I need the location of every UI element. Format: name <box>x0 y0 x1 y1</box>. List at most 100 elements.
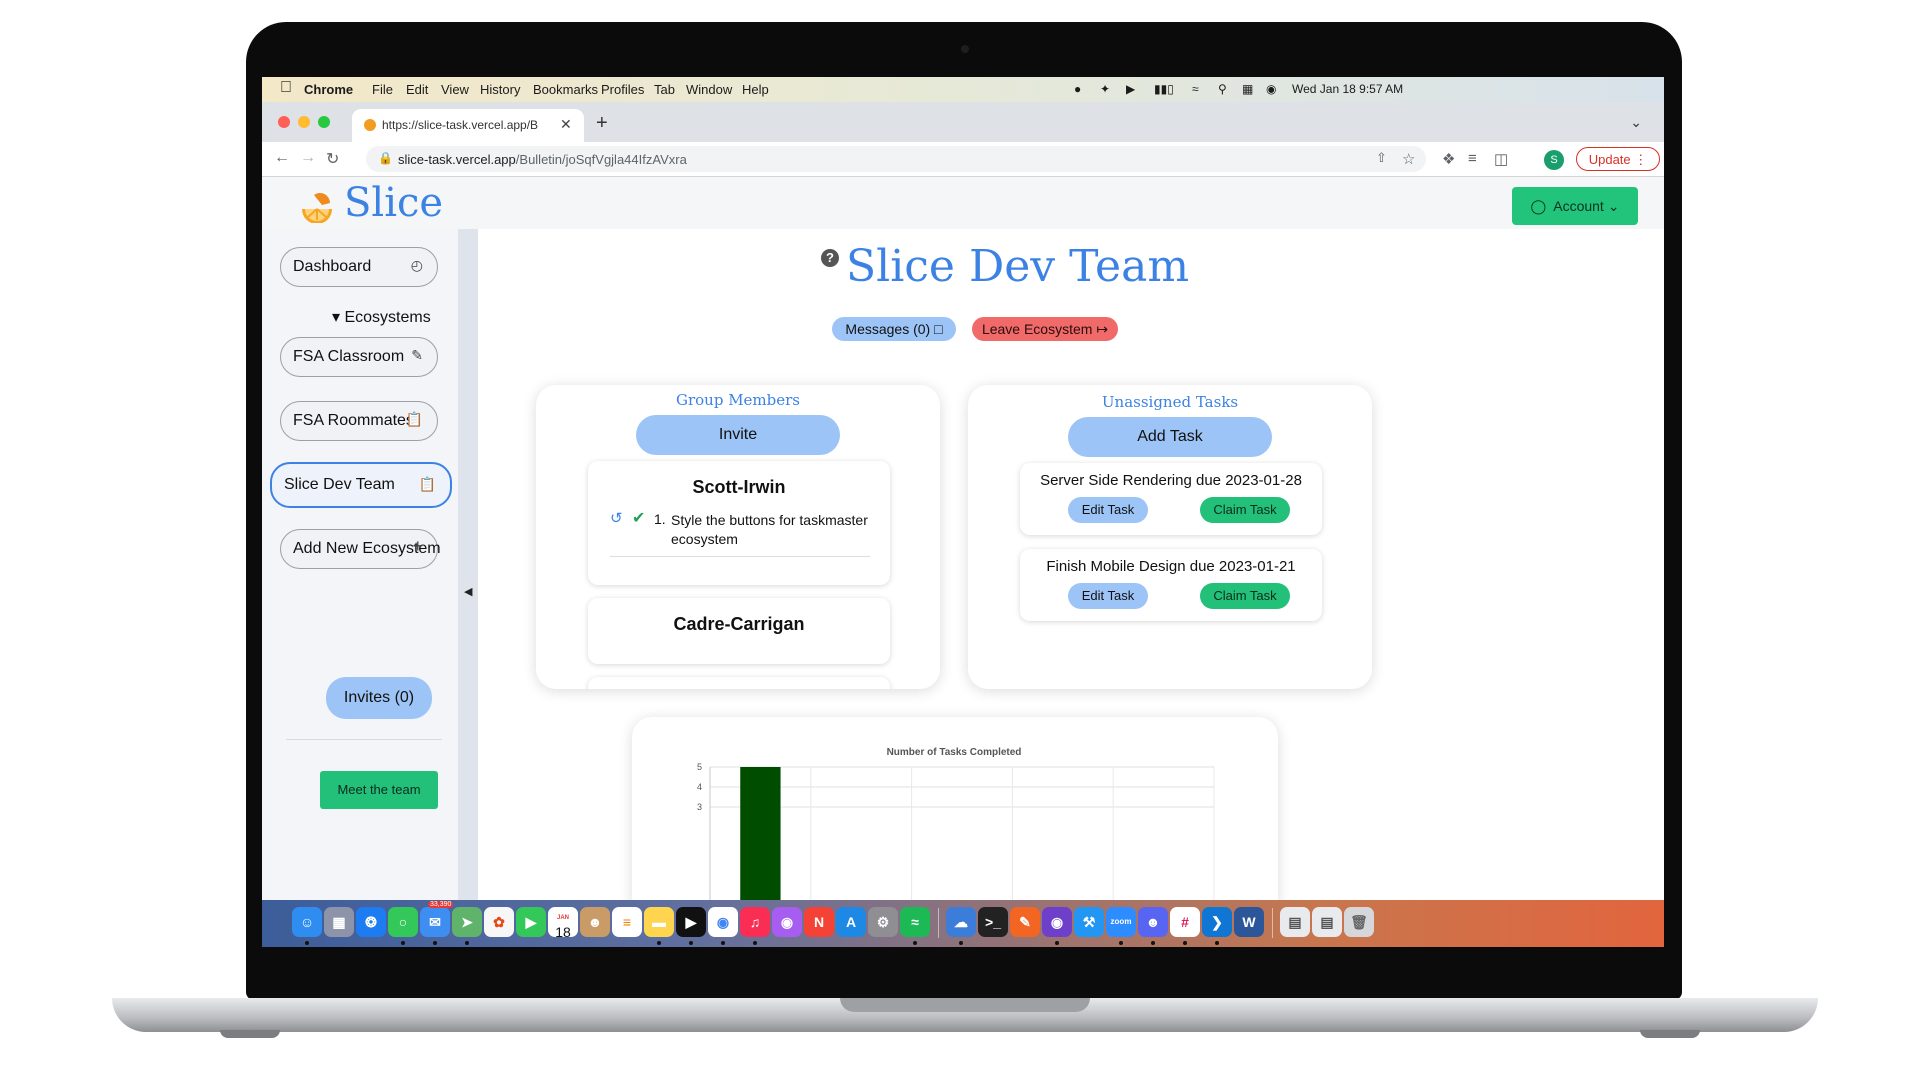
sidebar-item-fsa-roommates[interactable]: FSA Roommates 📋 <box>280 401 438 441</box>
cloud-app-icon[interactable]: ☁ <box>946 907 976 937</box>
window-zoom-button[interactable] <box>318 116 330 128</box>
vscode-icon[interactable]: ❯ <box>1202 907 1232 937</box>
lock-icon[interactable]: 🔒 <box>378 151 393 165</box>
menu-profiles[interactable]: Profiles <box>601 82 644 97</box>
new-tab-icon[interactable]: + <box>596 112 608 135</box>
messages-button[interactable]: Messages (0) □ <box>832 317 956 341</box>
window-close-button[interactable] <box>278 116 290 128</box>
wifi-icon[interactable]: ≈ <box>1192 82 1199 96</box>
back-icon[interactable]: ← <box>274 149 290 167</box>
account-button[interactable]: ◯ Account ⌄ <box>1512 187 1638 225</box>
sidebar-item-slice-dev-team[interactable]: Slice Dev Team 📋 <box>270 462 452 508</box>
ecosystems-toggle[interactable]: ▾ Ecosystems <box>332 307 431 327</box>
page-title: Slice Dev Team <box>846 241 1190 292</box>
news-icon[interactable]: N <box>804 907 834 937</box>
spotlight-search-icon[interactable]: ⚲ <box>1218 82 1227 96</box>
terminal-icon[interactable]: >_ <box>978 907 1008 937</box>
apple-icon[interactable]:  <box>280 79 292 97</box>
menu-app-name[interactable]: Chrome <box>304 82 353 97</box>
share-icon[interactable]: ⇧ <box>1376 150 1387 166</box>
close-tab-icon[interactable]: ✕ <box>560 116 572 133</box>
bird-icon[interactable]: ✦ <box>1100 82 1110 96</box>
reminders-icon[interactable]: ≡ <box>612 907 642 937</box>
menu-edit[interactable]: Edit <box>406 82 428 97</box>
browser-tab[interactable]: https://slice-task.vercel.app/B ✕ <box>352 109 584 142</box>
maps-icon[interactable]: ➤ <box>452 907 482 937</box>
undo-icon[interactable]: ↺ <box>610 509 623 527</box>
zoom-icon[interactable]: zoom <box>1106 907 1136 937</box>
menu-file[interactable]: File <box>372 82 393 97</box>
claim-task-button[interactable]: Claim Task <box>1200 583 1290 609</box>
claim-task-button[interactable]: Claim Task <box>1200 497 1290 523</box>
menu-bookmarks[interactable]: Bookmarks <box>533 82 598 97</box>
bookmark-star-icon[interactable]: ☆ <box>1402 150 1415 168</box>
notes-icon[interactable]: ▬ <box>644 907 674 937</box>
control-center-icon[interactable]: ▦ <box>1242 82 1253 96</box>
chart-y-tick-label: 3 <box>697 802 702 812</box>
contacts-icon[interactable]: ☻ <box>580 907 610 937</box>
add-ecosystem-button[interactable]: Add New Ecosystem + <box>280 529 441 569</box>
xcode-icon[interactable]: ⚒ <box>1074 907 1104 937</box>
podcasts-icon[interactable]: ◉ <box>772 907 802 937</box>
reading-list-icon[interactable]: ≡ <box>1468 150 1477 167</box>
brand-logo-text[interactable]: Slice <box>344 180 443 226</box>
forward-icon[interactable]: → <box>300 149 316 167</box>
pencil-app-icon[interactable]: ✎ <box>1010 907 1040 937</box>
trash-icon[interactable]: 🗑 <box>1344 907 1374 937</box>
window-minimize-button[interactable] <box>298 116 310 128</box>
menu-view[interactable]: View <box>441 82 469 97</box>
menu-help[interactable]: Help <box>742 82 769 97</box>
extensions-icon[interactable]: ❖ <box>1442 150 1455 168</box>
invites-button[interactable]: Invites (0) <box>326 677 432 719</box>
menu-tab[interactable]: Tab <box>654 82 675 97</box>
app-store-icon[interactable]: A <box>836 907 866 937</box>
photos-icon[interactable]: ✿ <box>484 907 514 937</box>
play-icon[interactable]: ▶ <box>1126 82 1135 96</box>
facetime-icon[interactable]: ▶ <box>516 907 546 937</box>
apple-tv-icon[interactable]: ▶ <box>676 907 706 937</box>
menu-history[interactable]: History <box>480 82 520 97</box>
github-icon[interactable]: ◉ <box>1042 907 1072 937</box>
word-icon[interactable]: W <box>1234 907 1264 937</box>
finder-icon[interactable]: ☺ <box>292 907 322 937</box>
menu-clock[interactable]: Wed Jan 18 9:57 AM <box>1292 82 1403 96</box>
reload-icon[interactable]: ↻ <box>326 149 339 169</box>
calendar-icon[interactable]: JAN 18 <box>548 907 578 939</box>
collapse-sidebar-icon[interactable]: ◀ <box>464 585 472 598</box>
side-panel-icon[interactable]: ◫ <box>1494 150 1508 168</box>
do-not-disturb-icon[interactable]: ● <box>1074 82 1081 96</box>
profile-avatar[interactable]: S <box>1544 150 1564 170</box>
invite-button[interactable]: Invite <box>636 415 840 455</box>
siri-icon[interactable]: ◉ <box>1266 82 1276 96</box>
checkmark-icon[interactable]: ✔ <box>632 508 645 528</box>
messages-app-icon[interactable]: ○ <box>388 907 418 937</box>
sidebar-item-dashboard[interactable]: Dashboard ◴ <box>280 247 438 287</box>
spotify-icon[interactable]: ≈ <box>900 907 930 937</box>
menu-window[interactable]: Window <box>686 82 732 97</box>
edit-task-button[interactable]: Edit Task <box>1068 583 1148 609</box>
running-indicator <box>959 941 963 945</box>
orange-slice-logo-icon[interactable] <box>300 189 334 223</box>
address-bar[interactable]: 🔒 slice-task.vercel.app/Bulletin/joSqfVg… <box>366 146 1426 172</box>
system-settings-icon[interactable]: ⚙ <box>868 907 898 937</box>
help-icon[interactable]: ? <box>821 249 839 267</box>
url-text[interactable]: slice-task.vercel.app/Bulletin/joSqfVgjl… <box>398 152 687 167</box>
calendar-month: JAN <box>556 915 569 921</box>
tab-search-chevron-icon[interactable]: ⌄ <box>1630 114 1642 131</box>
update-button[interactable]: Update ⋮ <box>1576 147 1660 171</box>
downloads-folder-icon[interactable]: ▤ <box>1280 907 1310 937</box>
documents-folder-icon[interactable]: ▤ <box>1312 907 1342 937</box>
launchpad-icon[interactable]: ▦ <box>324 907 354 937</box>
slack-icon[interactable]: # <box>1170 907 1200 937</box>
chrome-icon[interactable]: ◉ <box>708 907 738 937</box>
music-icon[interactable]: ♫ <box>740 907 770 937</box>
add-task-button[interactable]: Add Task <box>1068 417 1272 457</box>
meet-the-team-button[interactable]: Meet the team <box>320 771 438 809</box>
sidebar-item-fsa-classroom[interactable]: FSA Classroom ✎ <box>280 337 438 377</box>
edit-task-button[interactable]: Edit Task <box>1068 497 1148 523</box>
mail-icon[interactable]: ✉ <box>420 907 450 937</box>
leave-ecosystem-button[interactable]: Leave Ecosystem ↦ <box>972 317 1118 341</box>
battery-icon[interactable]: ▮▮▯ <box>1154 82 1174 96</box>
safari-icon[interactable]: ❂ <box>356 907 386 937</box>
discord-icon[interactable]: ☻ <box>1138 907 1168 937</box>
